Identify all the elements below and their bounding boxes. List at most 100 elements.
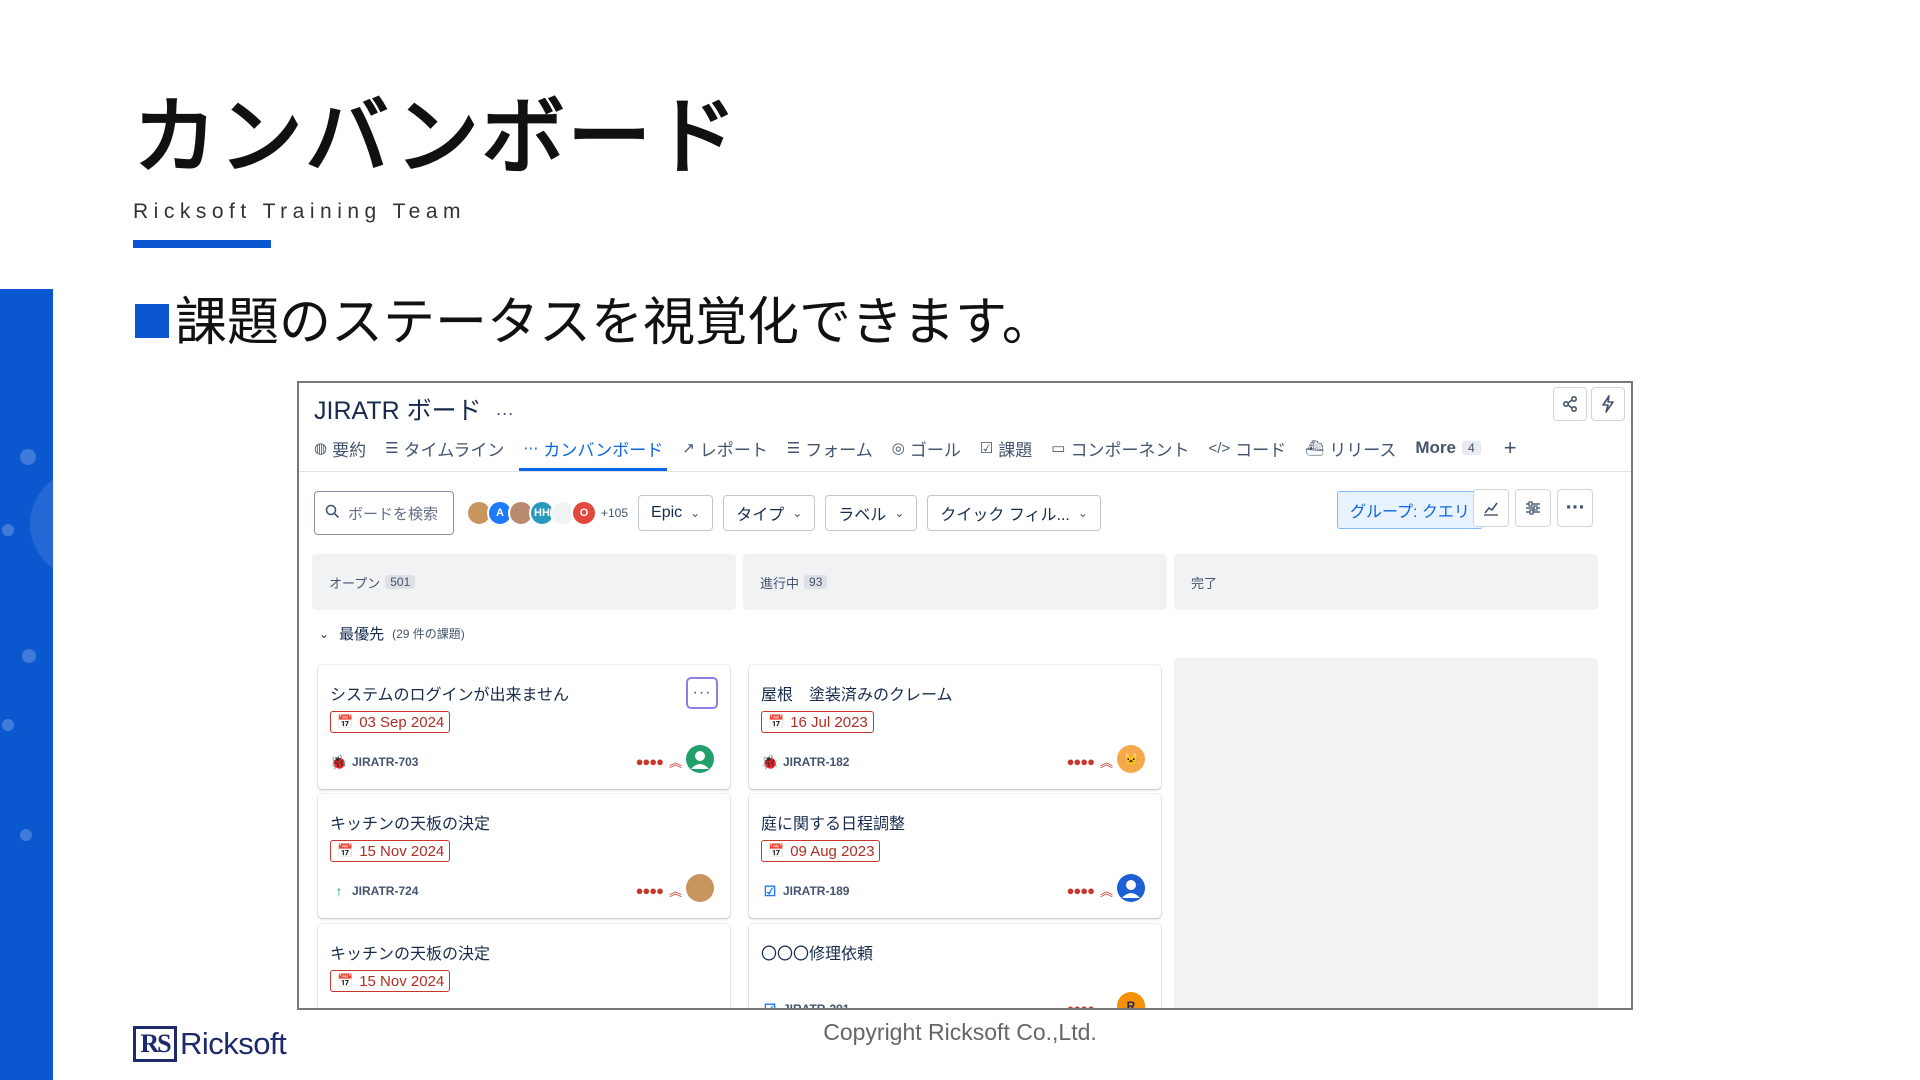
slide-bullet: 課題のステータスを視覚化できます。 [135,280,1054,355]
issue-key[interactable]: ↑ JIRATR-724 [330,882,419,900]
issue-card[interactable]: システムのログインが出来ません ··· 📅 03 Sep 2024 🐞 JIRATR… [318,665,730,789]
checkbox-icon: ☑ [763,1000,777,1010]
priority-indicator: ●●●● ︽ [635,754,682,770]
calendar-icon: 📅 [768,714,785,729]
board-search-input[interactable]: ボードを検索 [314,491,454,535]
assignee-avatar[interactable] [686,745,714,773]
tab-issues[interactable]: ☑ 課題 [980,433,1032,463]
tab-summary[interactable]: ◍ 要約 [314,433,366,463]
priority-highest-icon: ︽ [668,755,682,770]
type-filter-dropdown[interactable]: タイプ ⌄ [723,495,816,531]
epic-filter-dropdown[interactable]: Epic ⌄ [638,495,714,531]
label-filter-dropdown[interactable]: ラベル ⌄ [825,495,918,531]
assignee-avatar[interactable] [686,874,714,902]
swimlane-header[interactable]: ⌄ 最優先 (29 件の課題) [319,623,465,644]
left-accent-band [0,289,53,1080]
lightning-icon[interactable] [1591,387,1625,421]
tabs-divider [299,471,1631,472]
calendar-icon: 📅 [768,843,785,858]
tab-reports[interactable]: ↗ レポート [682,433,768,463]
chevron-down-icon: ⌄ [894,506,905,520]
timeline-icon: ☰ [385,440,399,457]
checkbox-icon: ☑ [763,882,777,899]
logo-mark: RS [133,1026,177,1062]
due-date-badge: 📅 15 Nov 2024 [330,970,451,992]
issues-icon: ☑ [979,440,994,457]
chevron-down-icon: ⌄ [792,506,803,520]
add-tab-button[interactable]: + [1504,435,1517,461]
priority-highest-icon: ︽ [1099,755,1113,770]
done-column-body [1174,658,1598,1008]
board-title: JIRATR ボード ··· [314,391,514,427]
calendar-icon: 📅 [337,714,354,729]
due-date-badge: 📅 16 Jul 2023 [761,711,874,733]
code-icon: </> [1208,439,1231,457]
avatar-more-count[interactable]: +105 [601,506,628,520]
group-by-button[interactable]: グループ: クエリ [1337,491,1483,529]
globe-icon: ◍ [314,440,328,457]
ship-icon: ⛴ [1305,440,1325,457]
more-actions-icon[interactable]: ··· [1557,489,1593,527]
tab-timeline[interactable]: ☰ タイムライン [385,433,504,463]
issue-card[interactable]: キッチンの天板の決定 📅 15 Nov 2024 [318,924,730,1008]
issue-card[interactable]: 屋根 塗装済みのクレーム 📅 16 Jul 2023 🐞 JIRATR-182 ●●… [749,665,1161,789]
due-date-badge: 📅 09 Aug 2023 [761,840,881,862]
issue-key[interactable]: 🐞 JIRATR-703 [330,753,418,771]
board-screenshot: JIRATR ボード ··· ◍ 要約 ☰ タイムライン ⋯ カンバンボード ↗ レポート… [297,381,1633,1010]
issue-key[interactable]: ☑ JIRATR-291 [761,1000,850,1010]
priority-highest-icon: ︽ [1099,884,1113,899]
tab-more[interactable]: More 4 [1415,433,1481,463]
issue-card[interactable]: キッチンの天板の決定 📅 15 Nov 2024 ↑ JIRATR-724 ●●●●… [318,794,730,918]
tab-releases[interactable]: ⛴ リリース [1305,433,1396,463]
share-icon[interactable] [1553,387,1587,421]
card-title: キッチンの天板の決定 [330,816,491,833]
calendar-icon: 📅 [337,843,354,858]
card-more-icon[interactable]: ··· [686,677,718,709]
cat-icon: 🐱 [1123,752,1139,766]
tab-forms[interactable]: ☰ フォーム [787,433,873,463]
insights-icon[interactable] [1473,489,1509,527]
quick-filter-dropdown[interactable]: クイック フィル... ⌄ [927,495,1101,531]
component-icon: ▭ [1051,440,1066,457]
board-title-more-icon[interactable]: ··· [496,403,514,423]
issue-key[interactable]: 🐞 JIRATR-182 [761,753,849,771]
tab-kanban-board[interactable]: ⋯ カンバンボード [519,433,668,471]
view-settings-icon[interactable] [1515,489,1551,527]
issue-card[interactable]: 庭に関する日程調整 📅 09 Aug 2023 ☑ JIRATR-189 ●●●● ︽ [749,794,1161,918]
tab-goals[interactable]: ◎ ゴール [892,433,961,463]
search-icon [325,504,340,523]
bullet-text: 課題のステータスを視覚化できます。 [175,293,1054,353]
assignee-avatar[interactable] [1117,874,1145,902]
tab-more-count: 4 [1462,441,1481,455]
swimlane-count: (29 件の課題) [392,627,465,641]
ricksoft-logo: RS Ricksoft [133,1025,287,1063]
tab-components[interactable]: ▭ コンポーネント [1051,433,1189,463]
logo-name: Ricksoft [180,1026,287,1061]
calendar-icon: 📅 [337,973,354,988]
column-header-open: オープン 501 [312,554,736,610]
issue-key[interactable]: ☑ JIRATR-189 [761,882,850,900]
target-icon: ◎ [891,440,905,457]
priority-indicator: ●●●● ︽ [635,883,682,899]
card-title: システムのログインが出来ません [330,687,570,704]
column-count: 93 [804,575,828,589]
avatar-filter: A HH O +105 [466,500,628,526]
card-title: 庭に関する日程調整 [761,816,906,833]
board-icon: ⋯ [523,440,539,457]
assignee-avatar[interactable]: 🐱 [1117,745,1145,773]
chart-icon: ↗ [682,440,695,457]
filter-bar: ボードを検索 A HH O +105 Epic ⌄ タイプ ⌄ ラベル ⌄ クイック … [314,491,1101,535]
swimlane-name: 最優先 [339,626,385,643]
avatar[interactable]: O [571,500,597,526]
tab-code[interactable]: </> コード [1208,433,1286,463]
priority-highest-icon: ︽ [668,884,682,899]
card-title: 〇〇〇修理依頼 [761,946,874,963]
copyright-text: Copyright Ricksoft Co.,Ltd. [823,1019,1097,1045]
assignee-avatar[interactable]: R [1117,992,1145,1008]
arrow-up-icon: ↑ [335,883,343,899]
due-date-badge: 📅 15 Nov 2024 [330,840,451,862]
chevron-down-icon: ⌄ [319,626,330,641]
issue-card[interactable]: 〇〇〇修理依頼 ☑ JIRATR-291 ●●●● ︽ R [749,924,1161,1010]
form-icon: ☰ [786,440,801,457]
priority-highest-icon: ︽ [1099,1002,1113,1010]
